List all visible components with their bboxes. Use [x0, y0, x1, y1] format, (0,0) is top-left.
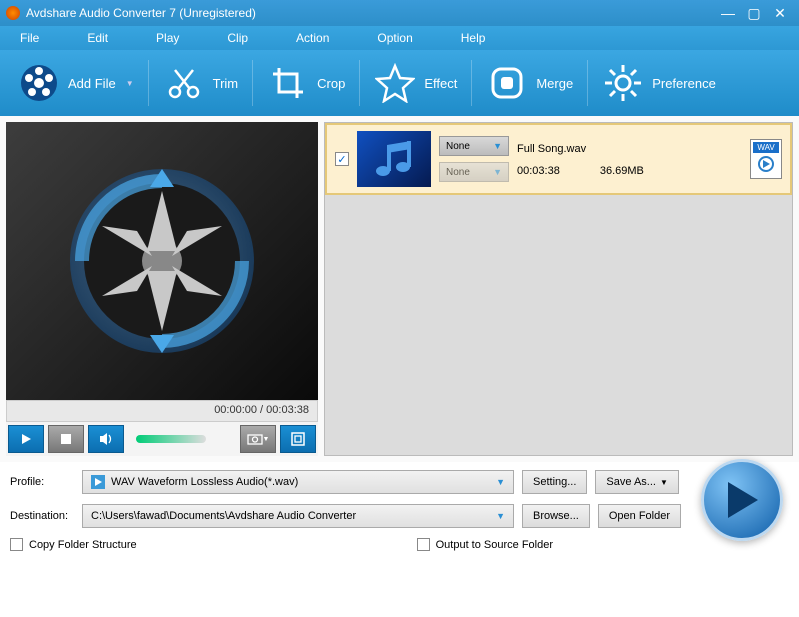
convert-button[interactable] — [701, 459, 783, 541]
volume-slider[interactable] — [136, 435, 206, 443]
menu-play[interactable]: Play — [156, 31, 179, 45]
chevron-down-icon: ▼ — [126, 79, 134, 88]
destination-select[interactable]: C:\Users\fawad\Documents\Avdshare Audio … — [82, 504, 514, 528]
app-logo-icon — [6, 6, 20, 20]
file-name: Full Song.wav — [517, 143, 742, 155]
format-icon: WAV — [750, 139, 782, 179]
crop-button[interactable]: Crop — [267, 62, 345, 104]
add-file-button[interactable]: Add File ▼ — [18, 62, 134, 104]
toolbar: Add File ▼ Trim Crop Effect Merge Prefer… — [0, 50, 799, 116]
fullscreen-button[interactable] — [280, 425, 316, 453]
save-as-button[interactable]: Save As...▼ — [595, 470, 678, 494]
time-display: 00:00:00 / 00:03:38 — [6, 400, 318, 422]
maximize-button[interactable]: ▢ — [741, 4, 767, 22]
file-checkbox[interactable]: ✓ — [335, 152, 349, 166]
format-label: WAV — [753, 142, 778, 153]
menu-edit[interactable]: Edit — [87, 31, 108, 45]
add-file-label: Add File — [68, 76, 116, 91]
window-title: Avdshare Audio Converter 7 (Unregistered… — [26, 6, 715, 20]
copy-structure-checkbox[interactable] — [10, 538, 23, 551]
setting-button[interactable]: Setting... — [522, 470, 587, 494]
file-size: 36.69MB — [600, 165, 644, 177]
main-area: 00:00:00 / 00:03:38 ▼ ✓ None▼ None▼ Full… — [0, 116, 799, 462]
titlebar: Avdshare Audio Converter 7 (Unregistered… — [0, 0, 799, 26]
menu-file[interactable]: File — [20, 31, 39, 45]
file-selects: None▼ None▼ — [439, 136, 509, 182]
profile-select[interactable]: WAV Waveform Lossless Audio(*.wav) ▼ — [82, 470, 514, 494]
menu-clip[interactable]: Clip — [227, 31, 248, 45]
stop-button[interactable] — [48, 425, 84, 453]
merge-label: Merge — [536, 76, 573, 91]
scissors-icon — [163, 62, 205, 104]
effect-button[interactable]: Effect — [374, 62, 457, 104]
playback-controls: ▼ — [6, 422, 318, 456]
merge-button[interactable]: Merge — [486, 62, 573, 104]
trim-button[interactable]: Trim — [163, 62, 239, 104]
destination-label: Destination: — [10, 510, 74, 522]
chevron-down-icon: ▼ — [496, 477, 505, 487]
film-reel-icon — [62, 161, 262, 361]
menu-help[interactable]: Help — [461, 31, 486, 45]
file-thumbnail — [357, 131, 431, 187]
output-source-label: Output to Source Folder — [436, 539, 553, 551]
effect-label: Effect — [424, 76, 457, 91]
volume-button[interactable] — [88, 425, 124, 453]
snapshot-button[interactable]: ▼ — [240, 425, 276, 453]
play-button[interactable] — [8, 425, 44, 453]
preference-label: Preference — [652, 76, 716, 91]
file-duration: 00:03:38 — [517, 165, 560, 177]
file-info: Full Song.wav 00:03:38 36.69MB — [517, 141, 742, 177]
file-item[interactable]: ✓ None▼ None▼ Full Song.wav 00:03:38 36.… — [325, 123, 792, 195]
subtitle-select[interactable]: None▼ — [439, 162, 509, 182]
gear-icon — [602, 62, 644, 104]
preview-screen — [6, 122, 318, 400]
crop-icon — [267, 62, 309, 104]
minimize-button[interactable]: — — [715, 4, 741, 22]
copy-structure-label: Copy Folder Structure — [29, 539, 137, 551]
star-icon — [374, 62, 416, 104]
preference-button[interactable]: Preference — [602, 62, 716, 104]
merge-icon — [486, 62, 528, 104]
menu-option[interactable]: Option — [377, 31, 412, 45]
audio-track-select[interactable]: None▼ — [439, 136, 509, 156]
crop-label: Crop — [317, 76, 345, 91]
menu-action[interactable]: Action — [296, 31, 329, 45]
close-button[interactable]: ✕ — [767, 4, 793, 22]
profile-label: Profile: — [10, 476, 74, 488]
output-source-checkbox[interactable] — [417, 538, 430, 551]
preview-panel: 00:00:00 / 00:03:38 ▼ — [6, 122, 318, 456]
chevron-down-icon: ▼ — [496, 511, 505, 521]
open-folder-button[interactable]: Open Folder — [598, 504, 681, 528]
trim-label: Trim — [213, 76, 239, 91]
bottom-panel: Profile: WAV Waveform Lossless Audio(*.w… — [0, 462, 799, 559]
reel-icon — [18, 62, 60, 104]
file-list: ✓ None▼ None▼ Full Song.wav 00:03:38 36.… — [324, 122, 793, 456]
browse-button[interactable]: Browse... — [522, 504, 590, 528]
menubar: File Edit Play Clip Action Option Help — [0, 26, 799, 50]
